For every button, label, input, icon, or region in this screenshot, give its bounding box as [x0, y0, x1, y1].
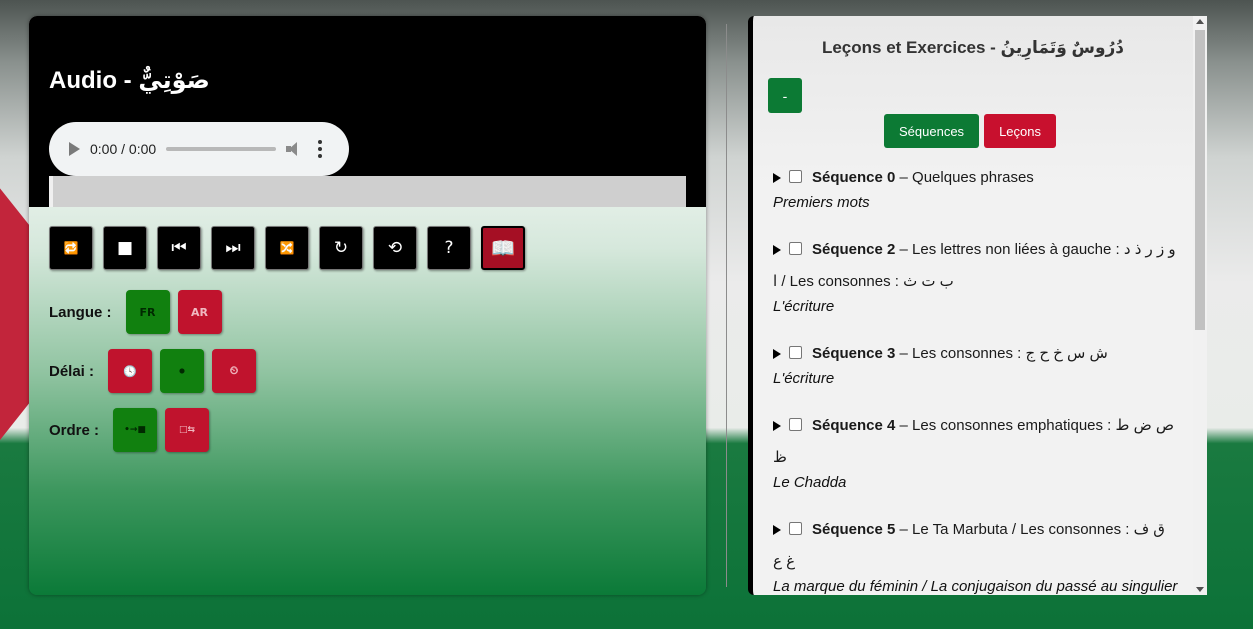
langue-row: Langue : FR AR [49, 290, 222, 334]
playback-controls: 🔁 ■ ⏮ ⏭ 🔀 ↻ ⟲ ? 📖 [49, 226, 525, 270]
ordre-random-button[interactable]: □⇆ [165, 408, 210, 452]
audio-header: Audio - صَوْتِيٌّ 0:00 / 0:00 [29, 16, 706, 207]
sequence-subtitle: L'écriture [773, 298, 835, 315]
help-button[interactable]: ? [427, 226, 471, 270]
delai-label: Délai : [49, 362, 95, 380]
next-icon: ⏭ [225, 238, 241, 258]
undo-icon: ⟲ [387, 238, 403, 258]
lessons-title: Leçons et Exercices - دُرُوسٌ وَتَمَارِي… [821, 38, 1125, 57]
langue-fr-button[interactable]: FR [125, 290, 170, 334]
help-icon: ? [444, 238, 454, 258]
audio-title: Audio - صَوْتِيٌّ [49, 67, 210, 94]
delai-none-button[interactable]: ⚫ [160, 349, 205, 393]
sequence-name: Séquence 2 [812, 241, 896, 258]
audio-time: 0:00 / 0:00 [90, 141, 157, 157]
sequence-subtitle: Le Chadda [773, 474, 847, 491]
collapse-button[interactable]: - [768, 78, 802, 113]
ordre-row: Ordre : •→■ □⇆ [49, 408, 210, 452]
sequence-checkbox[interactable] [789, 418, 802, 431]
clock-icon: 🕓 [123, 364, 137, 378]
delai-timer-button[interactable]: ⏲ [212, 349, 257, 393]
previous-icon: ⏮ [171, 238, 187, 258]
audio-progress-strip [49, 176, 686, 207]
play-icon[interactable] [69, 142, 80, 156]
repeat-button[interactable]: 🔁 [49, 226, 93, 270]
book-icon: 📖 [490, 236, 516, 260]
list-item[interactable]: Séquence 2 – Les lettres non liées à gau… [773, 234, 1178, 316]
sequence-desc: – Les consonnes : ش س خ ح ج [895, 345, 1108, 362]
scrollbar[interactable] [1193, 16, 1207, 595]
sequence-name: Séquence 3 [812, 345, 896, 362]
sequence-checkbox[interactable] [789, 522, 802, 535]
langue-label: Langue : [49, 303, 112, 321]
undo-button[interactable]: ⟲ [373, 226, 417, 270]
sequential-icon: •→■ [124, 425, 146, 435]
more-options-icon[interactable] [318, 140, 323, 158]
ordre-sequential-button[interactable]: •→■ [113, 408, 158, 452]
expand-arrow-icon[interactable] [773, 173, 781, 184]
scroll-thumb[interactable] [1195, 30, 1205, 330]
scroll-down-icon[interactable] [1196, 587, 1204, 592]
book-button[interactable]: 📖 [481, 226, 525, 270]
ordre-label: Ordre : [49, 421, 100, 439]
sequence-desc: – Quelques phrases [895, 169, 1034, 186]
sequence-subtitle: L'écriture [773, 370, 835, 387]
tab-sequences[interactable]: Séquences [884, 114, 980, 148]
expand-arrow-icon[interactable] [773, 245, 781, 256]
list-item[interactable]: Séquence 0 – Quelques phrases Premiers m… [773, 162, 1178, 212]
random-order-icon: □⇆ [178, 425, 196, 435]
expand-arrow-icon[interactable] [773, 525, 781, 536]
list-item[interactable]: Séquence 5 – Le Ta Marbuta / Les consonn… [773, 514, 1178, 595]
shuffle-icon: 🔀 [279, 241, 295, 255]
sequence-checkbox[interactable] [789, 242, 802, 255]
delai-clock-button[interactable]: 🕓 [108, 349, 153, 393]
sequence-checkbox[interactable] [789, 346, 802, 359]
sequence-checkbox[interactable] [789, 170, 802, 183]
list-item[interactable]: Séquence 4 – Les consonnes emphatiques :… [773, 410, 1178, 492]
sequence-name: Séquence 0 [812, 169, 896, 186]
stop-button[interactable]: ■ [103, 226, 147, 270]
panel-divider [726, 24, 727, 587]
lessons-panel: Leçons et Exercices - دُرُوسٌ وَتَمَارِي… [748, 16, 1207, 595]
stop-icon: ■ [116, 238, 134, 258]
expand-arrow-icon[interactable] [773, 349, 781, 360]
sequence-subtitle: La marque du féminin / La conjugaison du… [773, 578, 1178, 595]
volume-icon[interactable] [286, 142, 302, 156]
timer-icon: ⏲ [229, 364, 239, 377]
circle-icon: ⚫ [177, 364, 187, 378]
audio-player[interactable]: 0:00 / 0:00 [49, 122, 349, 176]
reload-button[interactable]: ↻ [319, 226, 363, 270]
sequence-list: Séquence 0 – Quelques phrases Premiers m… [773, 162, 1178, 595]
sequence-name: Séquence 4 [812, 417, 896, 434]
tab-lecons[interactable]: Leçons [984, 114, 1056, 148]
audio-seek-bar[interactable] [166, 147, 277, 151]
delai-row: Délai : 🕓 ⚫ ⏲ [49, 349, 257, 393]
sequence-name: Séquence 5 [812, 521, 896, 538]
repeat-icon: 🔁 [63, 241, 79, 255]
lessons-tabs: Séquences Leçons [884, 114, 1056, 148]
previous-button[interactable]: ⏮ [157, 226, 201, 270]
langue-ar-button[interactable]: AR [177, 290, 222, 334]
scroll-up-icon[interactable] [1196, 19, 1204, 24]
sequence-subtitle: Premiers mots [773, 194, 870, 211]
audio-panel: Audio - صَوْتِيٌّ 0:00 / 0:00 🔁 ■ ⏮ ⏭ 🔀 … [29, 16, 706, 595]
next-button[interactable]: ⏭ [211, 226, 255, 270]
shuffle-button[interactable]: 🔀 [265, 226, 309, 270]
reload-icon: ↻ [333, 238, 349, 258]
list-item[interactable]: Séquence 3 – Les consonnes : ش س خ ح ج L… [773, 338, 1178, 388]
expand-arrow-icon[interactable] [773, 421, 781, 432]
